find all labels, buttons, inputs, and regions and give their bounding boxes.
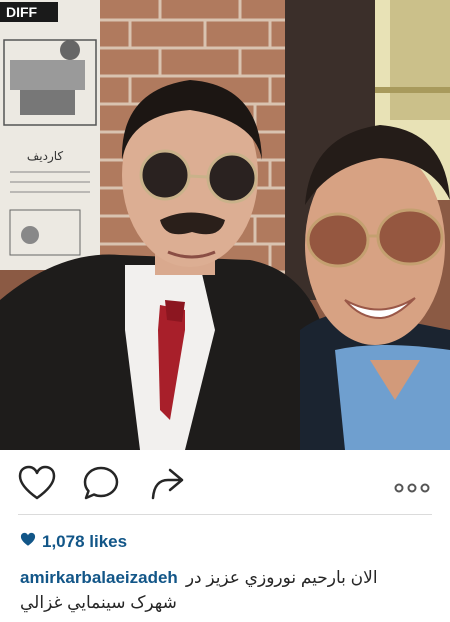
caption-text-line1: الان بارحیم نوروزي عزیز در [185,568,378,587]
poster-sign-text: DIFF [6,4,38,20]
poster-brand-text: کاردیف [27,149,64,164]
share-arrow-icon[interactable] [148,465,186,506]
likes-text: 1,078 likes [42,532,128,551]
heart-outline-icon[interactable] [18,465,56,506]
heart-filled-icon [20,532,36,552]
post-photo[interactable]: DIFF کاردیف [0,0,450,450]
divider [18,514,432,515]
caption-username[interactable]: amirkarbalaeizadeh [20,565,178,590]
selfie-illustration: DIFF کاردیف [0,0,450,450]
action-bar [0,450,450,520]
instagram-post: DIFF کاردیف 1,078 likes amirkarbalaeizad… [0,0,450,622]
caption-text-line2: شهرک سینمایي غزالي [20,593,177,612]
more-dots-icon[interactable] [394,480,430,498]
likes-count[interactable]: 1,078 likes [20,532,127,552]
post-caption: amirkarbalaeizadeh الان بارحیم نوروزي عز… [20,565,420,615]
vintage-poster: DIFF کاردیف [0,0,100,270]
speech-bubble-icon[interactable] [82,465,120,506]
